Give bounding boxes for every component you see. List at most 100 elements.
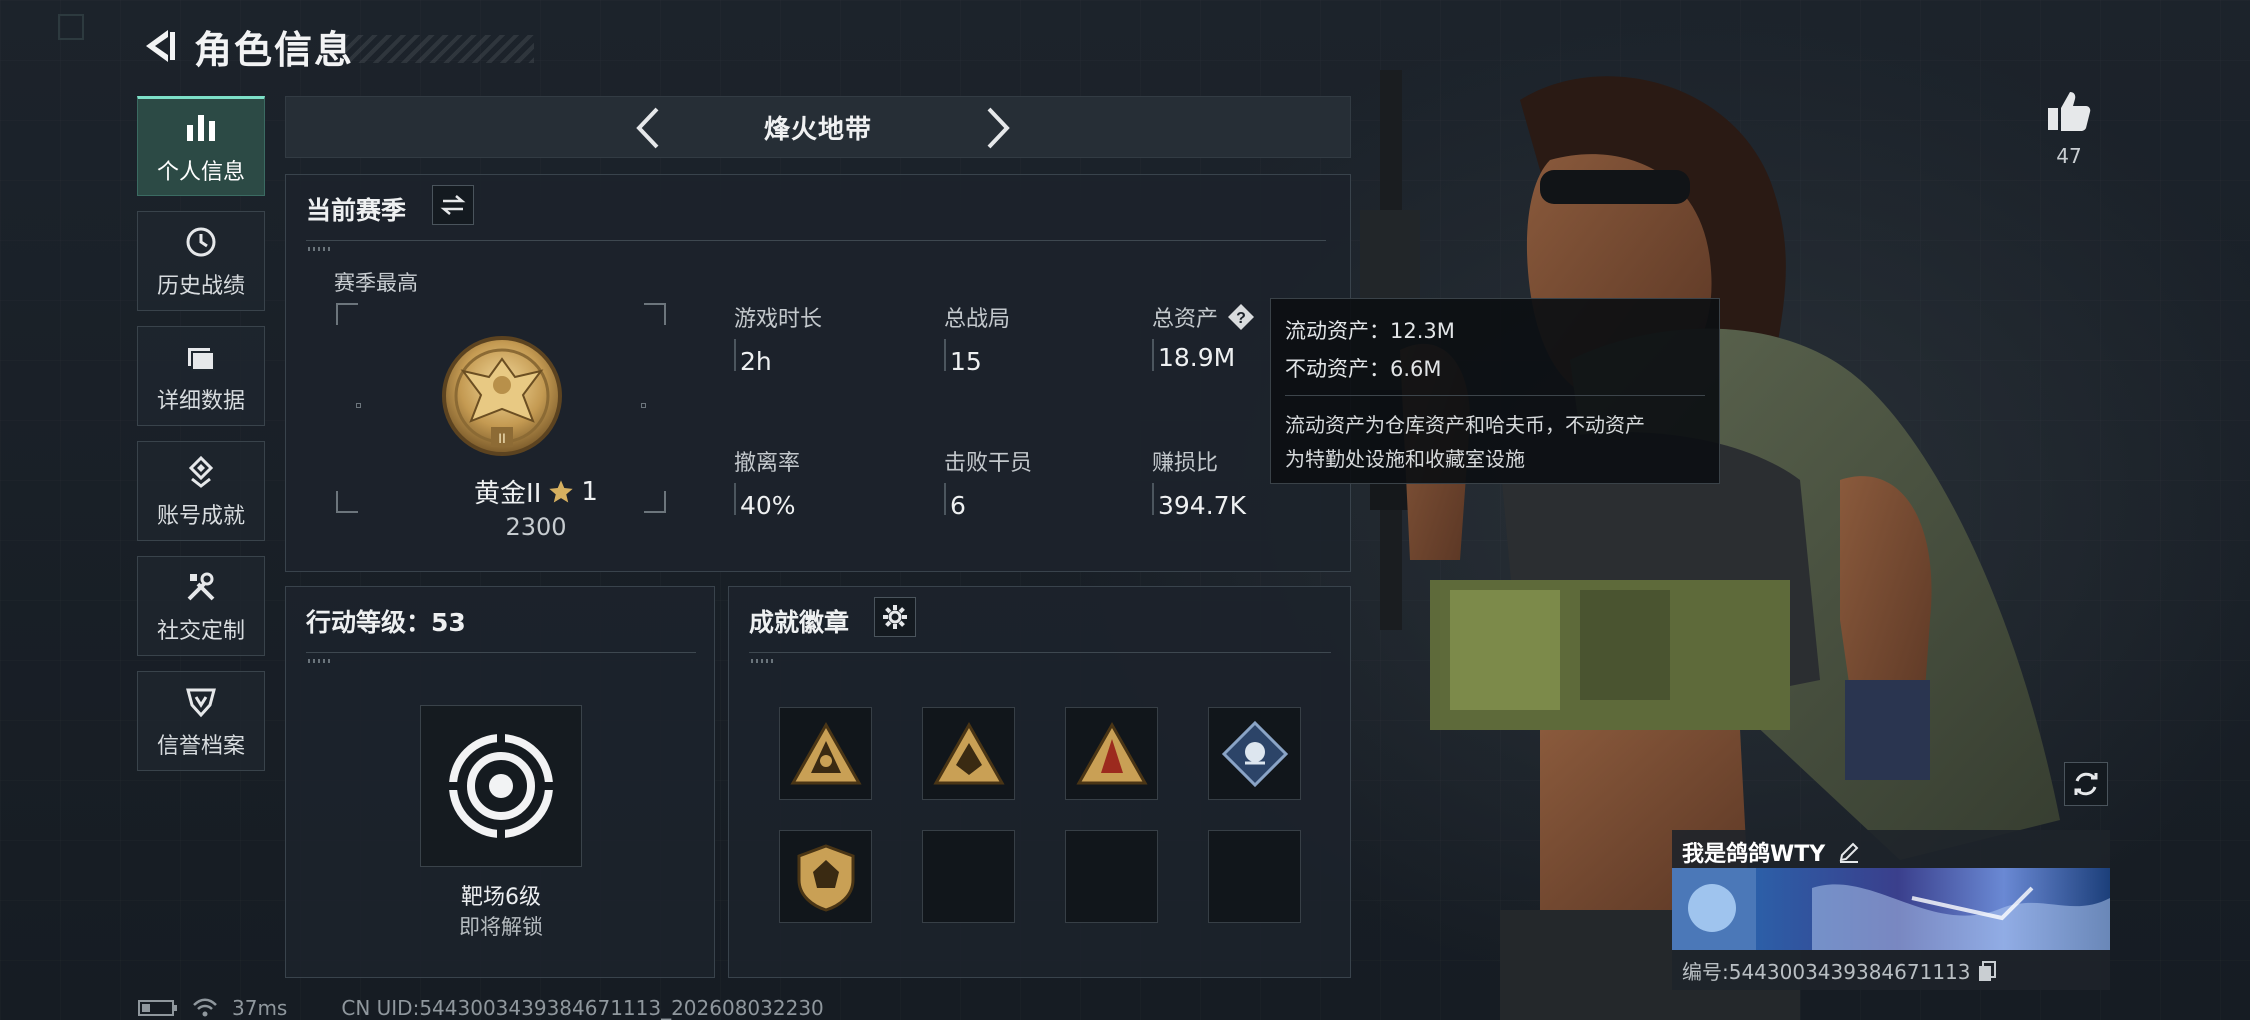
target-icon	[446, 731, 556, 841]
stat-value: 15	[950, 347, 982, 376]
sidebar-item-credit[interactable]: 信誉档案	[137, 671, 265, 771]
latency: 37ms	[232, 996, 288, 1020]
player-id: 编号:5443003439384671113	[1682, 960, 1971, 984]
tooltip-fixed-assets: 不动资产：6.6M	[1285, 357, 1442, 381]
tooltip-description-1: 流动资产为仓库资产和哈夫币，不动资产	[1285, 413, 1645, 437]
tools-icon	[181, 567, 221, 607]
sidebar-item-detailed-data[interactable]: 详细数据	[137, 326, 265, 426]
stat-label: 游戏时长	[734, 307, 823, 332]
action-level-panel: 行动等级：53 靶场6级 即将解锁	[285, 586, 715, 978]
panel-divider	[306, 652, 696, 653]
thumbs-up-icon	[2048, 92, 2091, 131]
badges-settings-button[interactable]	[874, 597, 916, 637]
season-best-label: 赛季最高	[334, 271, 418, 295]
season-panel: 当前赛季 赛季最高 II 黄金II 1 2300 游戏时长 2h 总战局 15	[285, 174, 1351, 572]
assets-tooltip: 流动资产：12.3M 不动资产：6.6M 流动资产为仓库资产和哈夫币，不动资产 …	[1270, 298, 1720, 484]
svg-text:II: II	[498, 430, 506, 446]
folder-icon	[181, 337, 221, 377]
season-title: 当前赛季	[306, 196, 407, 225]
season-switch-button[interactable]	[432, 185, 474, 225]
sidebar-item-label: 账号成就	[156, 504, 245, 529]
panel-divider	[749, 652, 1331, 653]
like-count: 47	[2056, 144, 2082, 168]
rank-emblem-icon: II	[442, 336, 562, 456]
stat-total-matches: 总战局 15	[944, 301, 1144, 376]
rank-name-row: 黄金II 1	[436, 473, 636, 510]
badge-slot-empty[interactable]	[1065, 830, 1158, 923]
badge-slot-empty[interactable]	[922, 830, 1015, 923]
stat-value: 2h	[740, 347, 772, 376]
chevron-right-icon	[987, 107, 1010, 149]
rank-name: 黄金II	[474, 479, 542, 509]
range-level-name: 靶场6级	[461, 885, 541, 910]
title-decoration	[344, 35, 535, 63]
like-button[interactable]: 47	[2044, 88, 2094, 168]
badge-slot-empty[interactable]	[1208, 830, 1301, 923]
stat-label: 击败干员	[944, 451, 1033, 476]
copy-icon[interactable]	[1977, 960, 1997, 982]
triangle-badge-icon	[789, 721, 862, 784]
account-uid: CN UID:5443003439384671113_202608032230	[341, 996, 824, 1020]
divider-dots	[308, 247, 330, 251]
badges-title: 成就徽章	[749, 608, 850, 637]
mode-next-button[interactable]	[976, 105, 1020, 151]
corner-decoration	[58, 14, 84, 40]
rank-stars: 1	[581, 476, 598, 507]
rank-score: 2300	[505, 513, 567, 541]
tooltip-divider	[1285, 395, 1705, 396]
edit-icon[interactable]	[1837, 840, 1861, 864]
profile-banner[interactable]	[1672, 868, 2110, 950]
refresh-button[interactable]	[2064, 762, 2108, 806]
divider-dots	[751, 659, 773, 663]
sidebar-item-label: 历史战绩	[156, 274, 245, 299]
wifi-icon	[193, 998, 217, 1017]
back-arrow-icon	[146, 30, 175, 62]
stat-value: 6	[950, 491, 966, 520]
achievement-icon	[181, 452, 221, 492]
badge-slot-3[interactable]	[1065, 707, 1158, 800]
mode-prev-button[interactable]	[626, 105, 670, 151]
gear-icon	[883, 605, 907, 629]
bar-chart-icon	[181, 108, 221, 148]
refresh-icon	[2074, 772, 2098, 796]
panel-divider	[306, 240, 1326, 241]
badge-slot-2[interactable]	[922, 707, 1015, 800]
sidebar-item-history[interactable]: 历史战绩	[137, 211, 265, 311]
triangle-badge-red-icon	[1075, 721, 1148, 784]
help-icon[interactable]: ?	[1226, 302, 1256, 332]
achievement-badges-panel: 成就徽章	[728, 586, 1351, 978]
stat-extract-rate: 撤离率 40%	[734, 445, 934, 520]
sidebar-item-personal-info[interactable]: 个人信息	[137, 96, 265, 196]
stat-play-time: 游戏时长 2h	[734, 301, 934, 376]
history-icon	[181, 222, 221, 262]
triangle-badge-icon	[932, 721, 1005, 784]
shooting-range-tile[interactable]	[420, 705, 582, 867]
sidebar-item-achievements[interactable]: 账号成就	[137, 441, 265, 541]
player-card: 我是鸽鸽WTY 编号:5443003439384671113	[1672, 830, 2110, 990]
back-button[interactable]	[138, 24, 182, 68]
sidebar-item-label: 详细数据	[156, 389, 245, 414]
stat-label: 总战局	[944, 307, 1011, 332]
shield-badge-icon	[797, 843, 854, 912]
chevron-left-icon	[636, 107, 659, 149]
stat-label: 撤离率	[734, 451, 801, 476]
mode-name: 烽火地带	[763, 114, 872, 145]
star-icon	[549, 479, 574, 502]
sidebar: 个人信息 历史战绩 详细数据 账号成就 社交定制 信誉档案	[137, 96, 265, 786]
swap-icon	[440, 195, 466, 215]
sidebar-item-label: 个人信息	[156, 160, 245, 185]
mode-selector: 烽火地带	[285, 96, 1351, 158]
sidebar-item-label: 社交定制	[156, 619, 245, 644]
sidebar-item-social[interactable]: 社交定制	[137, 556, 265, 656]
page-title: 角色信息	[194, 27, 355, 72]
sidebar-item-label: 信誉档案	[156, 734, 245, 759]
badge-slot-4[interactable]	[1208, 707, 1301, 800]
tooltip-liquid-assets: 流动资产：12.3M	[1285, 319, 1455, 343]
badge-slot-1[interactable]	[779, 707, 872, 800]
svg-text:?: ?	[1236, 310, 1246, 327]
diamond-badge-icon	[1221, 720, 1288, 787]
stat-value: 40%	[740, 491, 796, 520]
badge-slot-5[interactable]	[779, 830, 872, 923]
stat-operators-defeated: 击败干员 6	[944, 445, 1144, 520]
action-level-title: 行动等级：53	[306, 608, 466, 637]
